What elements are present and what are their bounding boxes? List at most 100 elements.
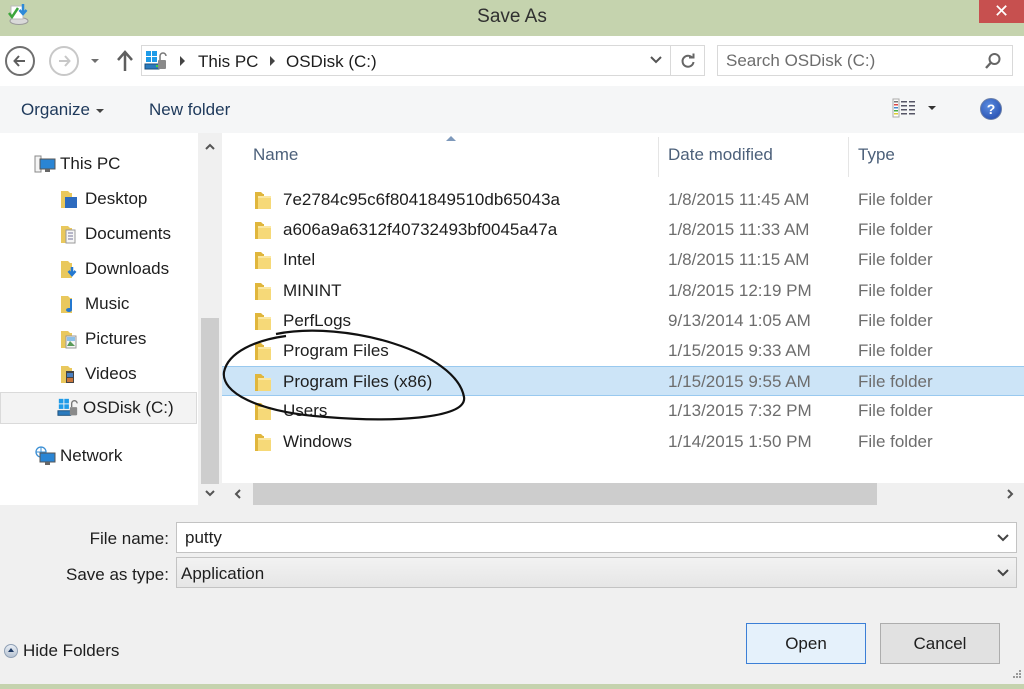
file-name: Program Files (x86) — [283, 372, 433, 392]
file-name: Windows — [283, 431, 352, 451]
scrollbar-thumb[interactable] — [201, 318, 219, 484]
arrow-right-icon — [59, 55, 71, 67]
folder-icon — [255, 343, 271, 360]
cancel-button[interactable]: Cancel — [880, 623, 1000, 664]
sidebar-item-this-pc[interactable]: This PC — [34, 148, 120, 180]
file-date-modified: 1/15/2015 9:33 AM — [668, 341, 811, 360]
new-folder-button[interactable]: New folder — [149, 100, 230, 120]
file-type: File folder — [858, 280, 933, 300]
pictures-folder-icon — [61, 331, 77, 349]
window-border — [0, 684, 1024, 689]
save-as-type-label: Save as type: — [65, 565, 169, 584]
sidebar-item-desktop[interactable]: Desktop — [59, 183, 147, 215]
folder-icon — [255, 282, 271, 300]
sidebar-item-label: OSDisk (C:) — [83, 398, 174, 417]
file-name-input[interactable] — [185, 527, 965, 549]
column-header-type[interactable]: Type — [858, 145, 895, 165]
breadcrumb-separator[interactable] — [270, 56, 275, 66]
navigation-pane-scrollbar[interactable] — [198, 133, 222, 505]
file-date-modified: 9/13/2014 1:05 AM — [668, 310, 811, 330]
sidebar-item-label: Downloads — [85, 259, 170, 278]
network-icon — [35, 446, 56, 465]
file-type: File folder — [858, 401, 933, 421]
sidebar-item-documents[interactable]: Documents — [59, 218, 171, 250]
computer-icon — [34, 155, 56, 173]
downloads-folder-icon — [61, 261, 77, 278]
sort-ascending-icon — [446, 136, 456, 141]
file-name: a606a9a6312f40732493bf0045a47a — [283, 220, 558, 240]
file-row[interactable]: Intel 1/8/2015 11:15 AM File folder — [222, 245, 1024, 275]
chevron-down-icon[interactable] — [996, 532, 1010, 544]
file-type: File folder — [858, 310, 933, 330]
sidebar-item-videos[interactable]: Videos — [59, 358, 137, 390]
close-button[interactable]: ✕ — [979, 0, 1024, 23]
file-row[interactable]: PerfLogs 9/13/2014 1:05 AM File folder — [222, 306, 1024, 336]
file-type: File folder — [858, 372, 933, 392]
open-button[interactable]: Open — [746, 623, 866, 664]
column-divider[interactable] — [658, 137, 659, 177]
sidebar-item-music[interactable]: Music — [59, 288, 129, 320]
column-header-date-modified[interactable]: Date modified — [668, 145, 773, 165]
save-as-type-select[interactable]: Application — [176, 557, 1017, 588]
music-folder-icon — [61, 296, 72, 313]
breadcrumb-separator[interactable] — [180, 56, 185, 66]
folder-icon — [255, 222, 271, 240]
sidebar-item-network[interactable]: Network — [34, 440, 122, 472]
resize-grip-icon[interactable] — [1010, 669, 1022, 681]
refresh-icon — [681, 53, 694, 68]
column-divider[interactable] — [848, 137, 849, 177]
sidebar-item-osdisk[interactable]: OSDisk (C:) — [0, 392, 197, 424]
file-type: File folder — [858, 431, 933, 451]
search-input[interactable] — [726, 50, 976, 72]
address-bar[interactable]: This PC OSDisk (C:) — [141, 45, 671, 76]
file-name: 7e2784c95c6f8041849510db65043a — [283, 190, 560, 209]
file-name: Users — [283, 401, 328, 421]
file-name: Intel — [283, 250, 316, 270]
chevron-down-icon[interactable] — [648, 52, 664, 68]
column-header-name[interactable]: Name — [253, 145, 298, 165]
breadcrumb-this-pc[interactable]: This PC — [198, 52, 258, 72]
file-date-modified: 1/14/2015 1:50 PM — [668, 431, 812, 451]
search-icon[interactable] — [984, 52, 1002, 70]
file-type: File folder — [858, 220, 933, 240]
recent-locations-dropdown[interactable] — [89, 56, 101, 66]
folder-icon — [255, 252, 271, 270]
file-row[interactable]: Windows 1/14/2015 1:50 PM File folder — [222, 427, 1024, 457]
file-name: MININT — [283, 280, 342, 300]
back-button[interactable] — [5, 46, 35, 76]
navigation-bar: This PC OSDisk (C:) — [0, 36, 1024, 86]
sidebar-item-downloads[interactable]: Downloads — [59, 253, 169, 285]
file-row[interactable]: Users 1/13/2015 7:32 PM File folder — [222, 396, 1024, 426]
collapse-icon — [4, 644, 18, 658]
forward-button[interactable] — [49, 46, 79, 76]
hide-folders-button[interactable]: Hide Folders — [4, 641, 119, 661]
file-row[interactable]: 7e2784c95c6f8041849510db65043a 1/8/2015 1… — [222, 185, 1024, 215]
scroll-right-icon[interactable] — [1004, 488, 1016, 500]
sidebar-item-pictures[interactable]: Pictures — [59, 323, 146, 355]
scroll-left-icon[interactable] — [232, 488, 244, 500]
refresh-button[interactable] — [671, 45, 705, 76]
up-arrow-icon[interactable] — [115, 50, 135, 72]
scroll-down-icon[interactable] — [204, 487, 216, 499]
folder-icon — [255, 433, 271, 451]
file-date-modified: 1/13/2015 7:32 PM — [668, 401, 812, 421]
sidebar-item-label: This PC — [60, 154, 121, 173]
organize-button[interactable]: Organize — [21, 100, 104, 120]
details-view-icon[interactable] — [892, 98, 916, 118]
videos-folder-icon — [61, 366, 74, 383]
file-row[interactable]: Program Files (x86) 1/15/2015 9:55 AM File… — [222, 366, 1024, 397]
view-options-dropdown[interactable] — [928, 106, 936, 110]
file-date-modified: 1/8/2015 11:33 AM — [668, 220, 810, 240]
file-row[interactable]: Program Files 1/15/2015 9:33 AM File folde… — [222, 336, 1024, 366]
command-bar: Organize New folder ? — [0, 86, 1024, 133]
scrollbar-thumb[interactable] — [253, 483, 877, 505]
breadcrumb-osdisk[interactable]: OSDisk (C:) — [286, 52, 377, 72]
file-list-scrollbar[interactable] — [222, 483, 1024, 505]
file-row[interactable]: a606a9a6312f40732493bf0045a47a 1/8/2015 1… — [222, 215, 1024, 245]
scroll-up-icon[interactable] — [204, 141, 216, 153]
chevron-down-icon[interactable] — [996, 567, 1010, 579]
file-row[interactable]: MININT 1/8/2015 12:19 PM File folder — [222, 276, 1024, 306]
close-icon: ✕ — [993, 1, 1010, 21]
help-button[interactable]: ? — [980, 98, 1002, 120]
file-name: Program Files — [283, 341, 389, 360]
